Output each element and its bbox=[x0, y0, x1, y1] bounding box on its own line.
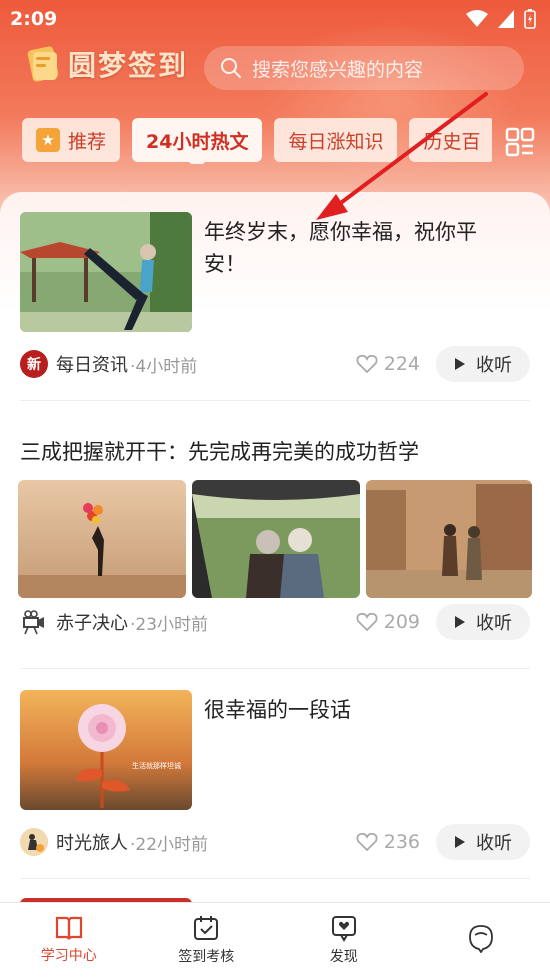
search-bar[interactable]: 搜索您感兴趣的内容 bbox=[204, 46, 524, 90]
article-title[interactable]: 很幸福的一段话 bbox=[204, 694, 504, 726]
article-thumbnail: 生活就那样坦诚 bbox=[20, 690, 192, 810]
list-item[interactable]: 年终岁末，愿你幸福，祝你平安！ 新 每日资讯 ·4小时前 224 收听 bbox=[20, 212, 530, 402]
listen-label: 收听 bbox=[476, 355, 512, 376]
article-feed[interactable]: 年终岁末，愿你幸福，祝你平安！ 新 每日资讯 ·4小时前 224 收听 三成把握… bbox=[0, 192, 550, 902]
heart-icon bbox=[356, 354, 378, 374]
battery-icon bbox=[524, 9, 536, 29]
tab-24h-hot[interactable]: 24小时热文 bbox=[132, 118, 263, 164]
nav-label: 签到考核 bbox=[178, 949, 235, 965]
status-bar: 2:09 bbox=[0, 0, 550, 38]
source-name[interactable]: 时光旅人 bbox=[56, 829, 128, 855]
play-icon bbox=[455, 616, 465, 628]
article-thumbnail bbox=[20, 212, 192, 332]
tab-recommend[interactable]: ★ 推荐 bbox=[22, 118, 121, 162]
avatar[interactable] bbox=[20, 828, 48, 856]
publish-time: ·23小时前 bbox=[130, 614, 209, 635]
like-count: 209 bbox=[383, 611, 420, 633]
article-title[interactable]: 年终岁末，愿你幸福，祝你平安！ bbox=[204, 216, 504, 280]
app-logo: 圆梦签到 bbox=[24, 44, 188, 84]
book-icon bbox=[55, 916, 82, 940]
search-placeholder: 搜索您感兴趣的内容 bbox=[252, 58, 424, 81]
source-name[interactable]: 赤子决心 bbox=[56, 609, 128, 635]
nav-discover[interactable]: 发现 bbox=[275, 903, 413, 977]
divider bbox=[20, 878, 530, 879]
article-thumbnail bbox=[18, 480, 186, 598]
tab-label: 历史百 bbox=[423, 130, 481, 153]
tab-label: 24小时热文 bbox=[146, 130, 249, 153]
listen-label: 收听 bbox=[476, 613, 512, 634]
status-time: 2:09 bbox=[10, 8, 58, 30]
avatar[interactable]: 新 bbox=[20, 350, 48, 378]
article-title[interactable]: 三成把握就开干：先完成再完美的成功哲学 bbox=[20, 436, 530, 468]
publish-time: ·22小时前 bbox=[130, 834, 209, 855]
heart-icon bbox=[356, 612, 378, 632]
star-badge-icon: ★ bbox=[36, 128, 60, 152]
couple-car-image bbox=[192, 480, 360, 598]
yoga-image bbox=[20, 212, 192, 332]
listen-button[interactable]: 收听 bbox=[436, 604, 530, 640]
category-tabs: ★ 推荐 24小时热文 每日涨知识 历史百 bbox=[22, 118, 492, 164]
logo-book-icon bbox=[27, 46, 59, 82]
like-count: 224 bbox=[383, 353, 420, 375]
play-icon bbox=[455, 836, 465, 848]
app-title: 圆梦签到 bbox=[68, 49, 189, 82]
avatar[interactable] bbox=[20, 608, 48, 636]
source-name[interactable]: 每日资讯 bbox=[56, 351, 128, 377]
article-thumbnail bbox=[366, 480, 532, 598]
divider bbox=[20, 400, 530, 401]
listen-label: 收听 bbox=[476, 833, 512, 854]
bottom-navigation: 学习中心 签到考核 发现 bbox=[0, 902, 550, 977]
listen-button[interactable]: 收听 bbox=[436, 824, 530, 860]
rose-image: 生活就那样坦诚 bbox=[20, 690, 192, 810]
heart-icon bbox=[356, 832, 378, 852]
article-thumbnail bbox=[192, 480, 360, 598]
grid-menu-icon[interactable] bbox=[504, 126, 536, 158]
calendar-check-icon bbox=[194, 916, 219, 940]
traveler-avatar-icon bbox=[20, 828, 48, 856]
tab-label: 每日涨知识 bbox=[288, 130, 384, 153]
profile-icon bbox=[469, 925, 494, 953]
like-button[interactable]: 224 bbox=[356, 353, 420, 375]
list-item[interactable]: 生活就那样坦诚 很幸福的一段话 时光旅人 ·22小时前 236 收听 bbox=[20, 690, 530, 880]
search-icon bbox=[221, 58, 241, 78]
like-count: 236 bbox=[383, 831, 420, 853]
couple-walking-image bbox=[366, 480, 532, 598]
like-button[interactable]: 236 bbox=[356, 831, 420, 853]
nav-label: 学习中心 bbox=[40, 948, 97, 964]
nav-profile[interactable] bbox=[413, 903, 550, 977]
like-button[interactable]: 209 bbox=[356, 611, 420, 633]
tab-label: 推荐 bbox=[68, 130, 107, 153]
play-icon bbox=[455, 358, 465, 370]
tab-daily-knowledge[interactable]: 每日涨知识 bbox=[274, 118, 398, 162]
article-meta: 新 每日资讯 ·4小时前 224 收听 bbox=[20, 346, 530, 382]
publish-time: ·4小时前 bbox=[130, 356, 198, 377]
list-item[interactable]: 三成把握就开干：先完成再完美的成功哲学 赤子决心 ·23小时前 209 收听 bbox=[18, 436, 532, 651]
nav-learning-center[interactable]: 学习中心 bbox=[0, 903, 138, 977]
balloons-image bbox=[18, 480, 186, 598]
listen-button[interactable]: 收听 bbox=[436, 346, 530, 382]
divider bbox=[20, 668, 530, 669]
signal-icon bbox=[498, 10, 514, 28]
nav-label: 发现 bbox=[329, 949, 358, 965]
status-icons bbox=[466, 9, 536, 29]
nav-checkin[interactable]: 签到考核 bbox=[138, 903, 276, 977]
tab-history[interactable]: 历史百 bbox=[409, 118, 492, 162]
wifi-icon bbox=[466, 10, 488, 27]
discover-chat-icon bbox=[331, 916, 356, 942]
image-caption: 生活就那样坦诚 bbox=[132, 761, 181, 770]
article-meta: 时光旅人 ·22小时前 236 收听 bbox=[20, 824, 530, 860]
article-meta: 赤子决心 ·23小时前 209 收听 bbox=[20, 604, 530, 640]
camera-icon bbox=[23, 610, 44, 635]
